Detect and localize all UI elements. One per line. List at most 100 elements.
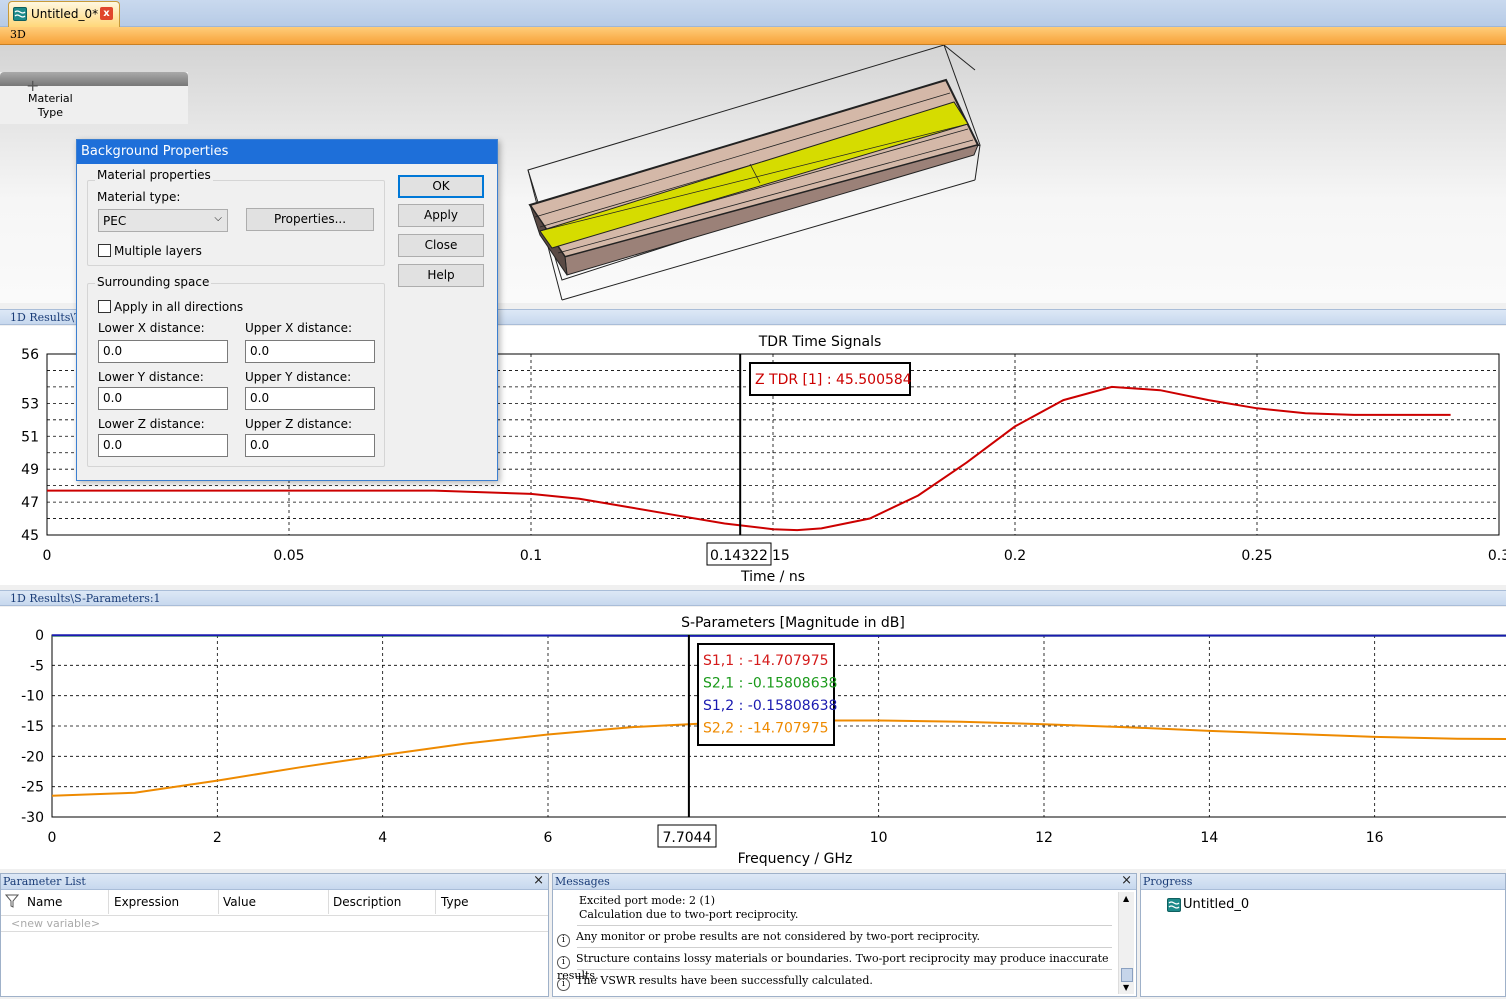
sparam-readout-text: S1,1 : -14.707975 [703,653,829,669]
y-tick-label: 49 [21,462,39,478]
surrounding-space-title: Surrounding space [95,275,212,289]
info-icon: i [557,934,570,947]
col-description[interactable]: Description [327,890,436,914]
close-button[interactable]: Close [398,234,484,257]
x-tick-label: 15 [772,548,790,564]
crosshair-cursor-icon: + [26,76,40,95]
lower-z-label: Lower Z distance: [98,417,205,431]
x-axis-label: Frequency / GHz [738,851,853,867]
app-icon [13,7,27,21]
x-tick-label: 0.1 [520,548,542,564]
col-name[interactable]: Name [21,890,109,914]
view-label: 3D [10,28,26,41]
filter-icon[interactable] [4,894,20,911]
x-tick-label: 0.2 [1004,548,1026,564]
y-tick-label: -30 [21,810,44,826]
document-tab[interactable]: Untitled_0* x [8,1,120,27]
message-item-2: i Any monitor or probe results are not co… [557,930,1112,947]
y-tick-label: -5 [30,658,44,674]
messages-title: Messages [555,875,610,888]
material-properties-title: Material properties [95,168,213,182]
message-text: Any monitor or probe results are not con… [576,930,980,943]
x-tick-label: 4 [378,830,387,846]
apply-all-directions-checkbox[interactable] [98,300,111,313]
upper-y-input[interactable]: 0.0 [245,387,375,410]
document-tab-label: Untitled_0* [31,7,99,21]
y-tick-label: 51 [21,429,39,445]
lower-x-input[interactable]: 0.0 [98,340,228,363]
upper-z-label: Upper Z distance: [245,417,353,431]
y-tick-label: 47 [21,495,39,511]
new-variable-row[interactable]: <new variable> [11,917,100,930]
ok-button[interactable]: OK [398,175,484,198]
apply-all-directions-label: Apply in all directions [114,300,244,314]
message-item-1: Excited port mode: 2 (1) Calculation due… [579,894,1112,922]
x-tick-label: 0.3 [1488,548,1506,564]
sparam-panel-header: 1D Results\S-Parameters:1 [0,590,1506,606]
help-button[interactable]: Help [398,264,484,287]
material-type-select[interactable]: PEC ⌵ [98,209,228,232]
y-tick-label: 0 [35,628,44,644]
info-icon: i [557,956,570,969]
view-bar: 3D [0,27,1506,45]
progress-item[interactable]: Untitled_0 [1183,897,1249,912]
progress-title: Progress [1143,875,1193,888]
lower-x-label: Lower X distance: [98,321,205,335]
lower-z-input[interactable]: 0.0 [98,434,228,457]
upper-z-input[interactable]: 0.0 [245,434,375,457]
background-properties-dialog: Background Properties Material propertie… [76,139,498,481]
tdr-marker-value: 0.14322 [710,548,768,564]
sparam-readout-text: S2,1 : -0.15808638 [703,676,837,692]
messages-panel: Messages × Excited port mode: 2 (1) Calcu… [552,873,1137,997]
parameter-list-panel: Parameter List × Name Expression Value De… [0,873,549,997]
col-type[interactable]: Type [435,890,547,914]
x-tick-label: 2 [213,830,222,846]
properties-button[interactable]: Properties... [246,208,374,231]
message-text: Excited port mode: 2 (1) [579,894,716,907]
x-tick-label: 6 [544,830,553,846]
scroll-thumb[interactable] [1121,968,1133,982]
upper-y-label: Upper Y distance: [245,370,352,384]
upper-x-input[interactable]: 0.0 [245,340,375,363]
multiple-layers-checkbox[interactable] [98,244,111,257]
chart-title: TDR Time Signals [758,334,882,350]
info-icon: i [557,978,570,991]
x-tick-label: 16 [1366,830,1384,846]
series-line-s12 [52,634,1506,637]
lower-y-input[interactable]: 0.0 [98,387,228,410]
y-tick-label: -10 [21,689,44,705]
message-text: Calculation due to two-port reciprocity. [579,908,799,921]
material-type-value: PEC [103,214,127,228]
x-tick-label: 0 [48,830,57,846]
legend-label-line2: Type [37,106,63,119]
sparam-panel-title: 1D Results\S-Parameters:1 [10,592,161,605]
messages-scrollbar[interactable]: ▲ ▼ [1118,892,1134,994]
lower-y-label: Lower Y distance: [98,370,204,384]
tdr-readout-text: Z TDR [1] : 45.500584 [755,372,912,388]
project-icon [1167,898,1181,912]
close-parameter-list-icon[interactable]: × [533,873,544,888]
y-tick-label: 56 [21,347,39,363]
sparam-chart[interactable]: S-Parameters [Magnitude in dB] 0 -5 -10 -15 -… [0,607,1506,869]
x-tick-label: 0 [43,548,52,564]
close-tab-icon[interactable]: x [100,7,113,20]
progress-panel: Progress Untitled_0 [1140,873,1506,997]
sparam-marker-value: 7.7044 [663,830,712,846]
y-tick-label: -15 [21,719,44,735]
x-tick-label: 12 [1035,830,1053,846]
message-text: The VSWR results have been successfully … [576,974,873,987]
multiple-layers-label: Multiple layers [114,244,202,258]
sparam-chart-area[interactable]: S-Parameters [Magnitude in dB] 0 -5 -10 -15 -… [0,607,1506,869]
x-tick-label: 14 [1200,830,1218,846]
chart-title: S-Parameters [Magnitude in dB] [681,615,905,631]
close-messages-icon[interactable]: × [1121,873,1132,888]
col-expression[interactable]: Expression [108,890,219,914]
x-axis-label: Time / ns [740,569,805,585]
y-tick-label: 53 [21,396,39,412]
col-value[interactable]: Value [217,890,329,914]
dialog-title[interactable]: Background Properties [77,140,497,164]
x-tick-label: 0.05 [273,548,304,564]
apply-button[interactable]: Apply [398,204,484,227]
material-type-legend: Material Type + [0,72,188,124]
y-tick-label: -20 [21,749,44,765]
